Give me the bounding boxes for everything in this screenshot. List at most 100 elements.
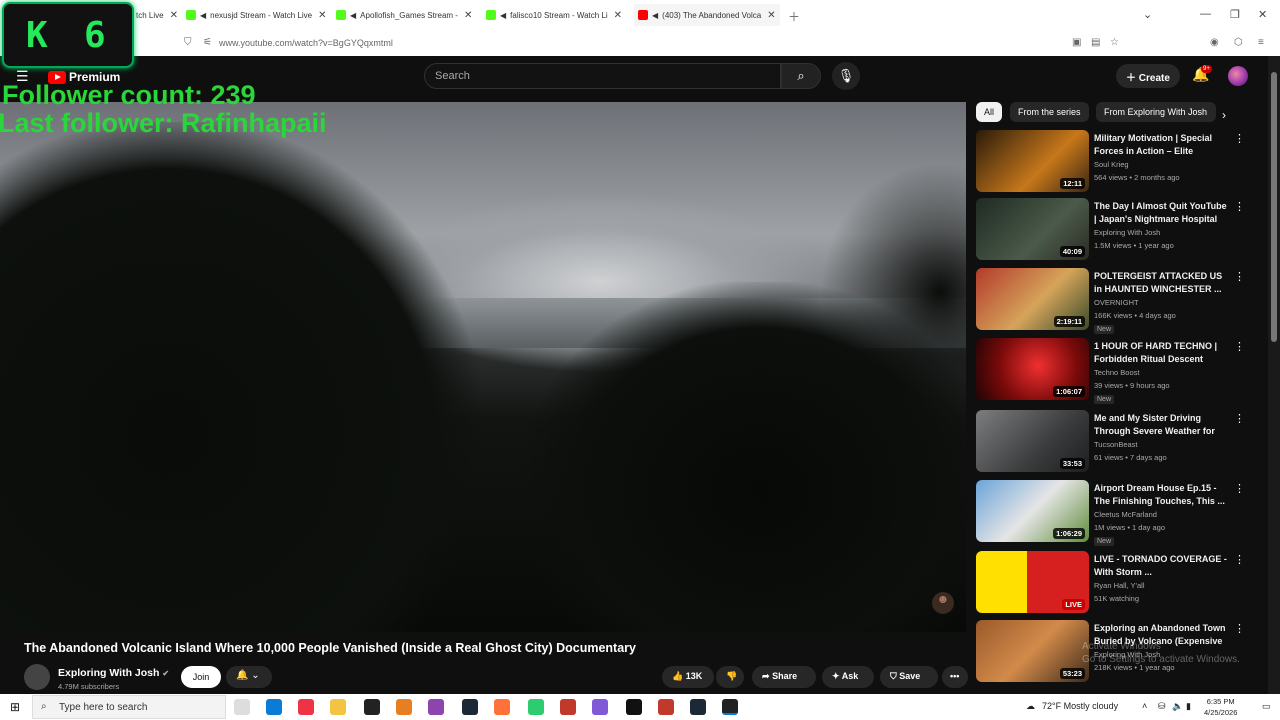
app-icon[interactable] — [658, 699, 674, 715]
create-button[interactable]: ＋ Create — [1116, 64, 1180, 88]
app-icon[interactable] — [722, 699, 738, 715]
close-icon[interactable]: ✕ — [464, 10, 472, 21]
restore-icon[interactable]: ❐ — [1230, 8, 1240, 21]
recommendation-item[interactable]: 12:11 Military Motivation | Special Force… — [976, 130, 1256, 196]
tab-kick-1[interactable]: tch Live ✕ — [136, 4, 178, 26]
video-thumbnail[interactable]: 2:19:11 — [976, 268, 1089, 330]
firefox-icon[interactable] — [494, 699, 510, 715]
recommendation-title[interactable]: Military Motivation | Special Forces in … — [1094, 132, 1228, 158]
scrollbar-thumb[interactable] — [1271, 72, 1277, 342]
file-explorer-icon[interactable] — [330, 699, 346, 715]
more-vertical-icon[interactable]: ⋮ — [1234, 132, 1245, 145]
recommendation-item[interactable]: LIVE LIVE - TORNADO COVERAGE - With Storm… — [976, 551, 1256, 617]
chevron-right-icon[interactable]: › — [1222, 108, 1226, 122]
recommendation-channel[interactable]: Ryan Hall, Y'all — [1094, 581, 1144, 590]
taskbar-clock[interactable]: 6:35 PM 4/25/2026 — [1204, 696, 1237, 718]
scrollbar[interactable] — [1268, 56, 1280, 696]
task-view-icon[interactable] — [234, 699, 250, 715]
recommendation-title[interactable]: The Day I Almost Quit YouTube | Japan's … — [1094, 200, 1228, 225]
pip-icon[interactable]: ▣ — [1072, 37, 1081, 48]
minimize-icon[interactable]: — — [1200, 8, 1211, 20]
join-button[interactable]: Join — [181, 666, 221, 688]
save-button[interactable]: ⛉ Save — [880, 666, 938, 688]
window-close-icon[interactable]: ✕ — [1258, 8, 1267, 21]
tab-list-chevron-icon[interactable]: ⌄ — [1143, 8, 1152, 21]
video-thumbnail[interactable]: LIVE — [976, 551, 1089, 613]
dislike-button[interactable]: 👎 — [716, 666, 744, 688]
video-thumbnail[interactable]: 33:53 — [976, 410, 1089, 472]
weather-icon[interactable]: ☁ — [1026, 701, 1035, 712]
tray-chevron-icon[interactable]: ˄ — [1142, 701, 1147, 711]
battery-icon[interactable]: ▮ — [1186, 701, 1191, 712]
new-tab-button[interactable]: ＋ — [788, 8, 800, 25]
site-settings-icon[interactable]: ⚟ — [203, 37, 212, 48]
tab-kick-3[interactable]: ◀ Apollofish_Games Stream - ✕ — [336, 4, 472, 26]
recommendation-channel[interactable]: TucsonBeast — [1094, 440, 1138, 449]
video-thumbnail[interactable]: 1:06:07 — [976, 338, 1089, 400]
video-thumbnail[interactable]: 53:23 — [976, 620, 1089, 682]
close-icon[interactable]: ✕ — [170, 10, 178, 21]
notifications-center-icon[interactable]: ▭ — [1262, 701, 1271, 712]
channel-avatar[interactable] — [24, 664, 50, 690]
recommendation-title[interactable]: 1 HOUR OF HARD TECHNO | Forbidden Ritual… — [1094, 340, 1228, 365]
browser-menu-icon[interactable]: ≡ — [1258, 37, 1264, 48]
recommendation-item[interactable]: 1:06:07 1 HOUR OF HARD TECHNO | Forbidden… — [976, 338, 1256, 404]
recommendation-channel[interactable]: Exploring With Josh — [1094, 228, 1160, 237]
app-icon[interactable] — [266, 699, 282, 715]
app-icon[interactable] — [528, 699, 544, 715]
app-icon[interactable] — [428, 699, 444, 715]
video-thumbnail[interactable]: 1:06:29 — [976, 480, 1089, 542]
steam-icon[interactable] — [462, 699, 478, 715]
more-vertical-icon[interactable]: ⋮ — [1234, 553, 1245, 566]
tab-youtube-active[interactable]: ◀ (403) The Abandoned Volca ✕ — [634, 4, 780, 26]
more-actions-button[interactable]: ••• — [942, 666, 968, 688]
close-icon[interactable]: ✕ — [767, 10, 775, 21]
windows-start-icon[interactable]: ⊞ — [10, 700, 20, 714]
voice-search-button[interactable]: 🎙 — [832, 62, 860, 90]
recommendation-title[interactable]: Me and My Sister Driving Through Severe … — [1094, 412, 1228, 438]
search-input[interactable]: Search — [424, 63, 781, 89]
bookmark-star-icon[interactable]: ☆ — [1110, 37, 1119, 48]
epic-games-icon[interactable] — [364, 699, 380, 715]
like-button[interactable]: 👍 13K — [662, 666, 714, 688]
ask-button[interactable]: ✦ Ask — [822, 666, 874, 688]
more-vertical-icon[interactable]: ⋮ — [1234, 200, 1245, 213]
recommendation-channel[interactable]: Techno Boost — [1094, 368, 1139, 377]
chip-from-series[interactable]: From the series — [1010, 102, 1089, 122]
recommendation-channel[interactable]: Cleetus McFarland — [1094, 510, 1157, 519]
avatar[interactable] — [1228, 66, 1248, 86]
close-icon[interactable]: ✕ — [614, 10, 622, 21]
video-thumbnail[interactable]: 40:09 — [976, 198, 1089, 260]
recommendation-item[interactable]: 1:06:29 Airport Dream House Ep.15 - The F… — [976, 480, 1256, 546]
extensions-icon[interactable]: ⬡ — [1234, 37, 1243, 48]
taskbar-search-input[interactable]: ⌕ Type here to search — [32, 695, 226, 719]
steam-icon[interactable] — [690, 699, 706, 715]
close-icon[interactable]: ✕ — [318, 10, 326, 21]
network-icon[interactable]: ⛁ — [1158, 701, 1166, 712]
channel-name[interactable]: Exploring With Josh ✔ — [58, 667, 169, 679]
app-icon[interactable] — [626, 699, 642, 715]
subscribe-notifications-button[interactable]: 🔔 ⌄ — [226, 666, 272, 688]
more-vertical-icon[interactable]: ⋮ — [1234, 622, 1245, 635]
volume-icon[interactable]: 🔈 — [1172, 701, 1183, 712]
share-button[interactable]: ➦ Share — [752, 666, 816, 688]
app-icon[interactable] — [592, 699, 608, 715]
weather-text[interactable]: 72°F Mostly cloudy — [1042, 701, 1118, 711]
more-vertical-icon[interactable]: ⋮ — [1234, 482, 1245, 495]
search-button[interactable]: ⌕ — [781, 63, 821, 89]
app-icon[interactable] — [396, 699, 412, 715]
more-vertical-icon[interactable]: ⋮ — [1234, 340, 1245, 353]
app-icon[interactable] — [560, 699, 576, 715]
shield-icon[interactable]: ⛉ — [184, 37, 192, 48]
recommendation-title[interactable]: Airport Dream House Ep.15 - The Finishin… — [1094, 482, 1228, 507]
video-player[interactable]: ☻ — [0, 102, 966, 632]
chip-from-channel[interactable]: From Exploring With Josh — [1096, 102, 1216, 122]
recommendation-title[interactable]: LIVE - TORNADO COVERAGE - With Storm ... — [1094, 553, 1228, 578]
chip-all[interactable]: All — [976, 102, 1003, 122]
account-icon[interactable]: ◉ — [1210, 37, 1219, 48]
channel-watermark-icon[interactable]: ☻ — [932, 592, 954, 614]
recommendation-item[interactable]: 40:09 The Day I Almost Quit YouTube | Jap… — [976, 198, 1256, 264]
recommendation-item[interactable]: 2:19:11 POLTERGEIST ATTACKED US in HAUNTE… — [976, 268, 1256, 334]
more-vertical-icon[interactable]: ⋮ — [1234, 270, 1245, 283]
url-field[interactable]: www.youtube.com/watch?v=BgGYQqxmtml — [219, 38, 393, 48]
